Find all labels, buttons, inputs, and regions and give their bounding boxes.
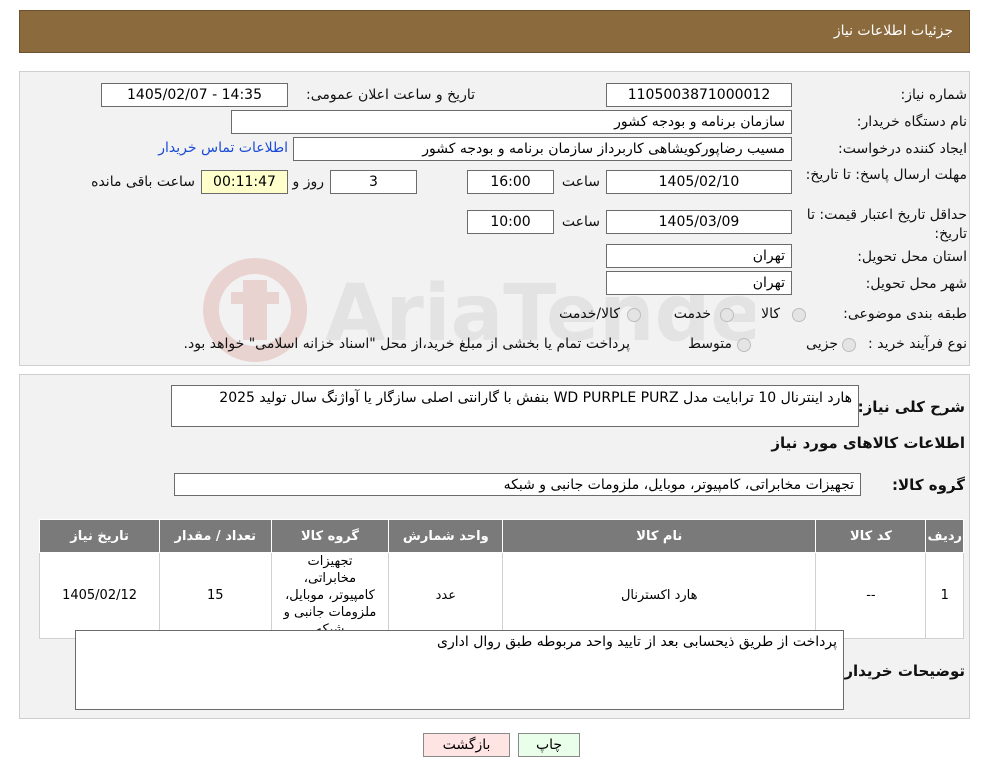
col-header-goods-group: گروه کالا — [270, 519, 390, 553]
validity-label: حداقل تاریخ اعتبار قیمت: تا تاریخ: — [806, 207, 967, 242]
days-field: 3 — [330, 170, 417, 194]
cell-need-date: 1405/02/12 — [38, 552, 161, 639]
cell-row-number: 1 — [925, 552, 964, 639]
remaining-label: ساعت باقی مانده — [91, 174, 195, 190]
deadline-date-field: 1405/02/10 — [606, 170, 792, 194]
description-field[interactable]: هارد اینترنال 10 ترابایت مدل WD PURPLE P… — [171, 385, 859, 427]
process-radio-minor[interactable] — [842, 338, 856, 352]
need-number-label: شماره نیاز: — [900, 87, 968, 103]
buyer-notes-field[interactable]: پرداخت از طریق ذیحسابی بعد از تایید واحد… — [75, 630, 844, 710]
cell-quantity: 15 — [159, 552, 272, 639]
remaining-time-field: 00:11:47 — [201, 170, 288, 194]
col-header-goods-name: نام کالا — [502, 519, 817, 553]
buyer-contact-link[interactable]: اطلاعات تماس خریدار — [158, 140, 288, 156]
process-radio-medium[interactable] — [737, 338, 751, 352]
page-title: جزئیات اطلاعات نیاز — [833, 23, 953, 39]
category-radio-service[interactable] — [720, 308, 734, 322]
validity-time-label: ساعت — [561, 214, 600, 230]
process-option-minor: جزیی — [806, 336, 838, 352]
goods-table: ردیف کد کالا نام کالا واحد شمارش گروه کا… — [38, 519, 964, 639]
print-button[interactable]: چاپ — [518, 733, 580, 757]
category-radio-goods[interactable] — [792, 308, 806, 322]
deadline-time-field: 16:00 — [467, 170, 554, 194]
days-label: روز و — [292, 174, 325, 190]
city-field: تهران — [606, 271, 792, 295]
col-header-unit: واحد شمارش — [388, 519, 504, 553]
col-header-row-number: ردیف — [925, 519, 964, 553]
buyer-org-label: نام دستگاه خریدار: — [856, 114, 967, 130]
deadline-time-label: ساعت — [561, 174, 600, 190]
page-header: جزئیات اطلاعات نیاز — [19, 10, 970, 53]
cell-goods-group: تجهیزات مخابراتی، کامپیوتر، موبایل، ملزو… — [270, 552, 390, 639]
process-label: نوع فرآیند خرید : — [868, 336, 967, 352]
need-number-field: 1105003871000012 — [606, 83, 792, 107]
category-label: طبقه بندی موضوعی: — [843, 306, 967, 322]
announce-field: 1405/02/07 - 14:35 — [101, 83, 288, 107]
announce-label: تاریخ و ساعت اعلان عمومی: — [306, 87, 475, 103]
category-option-goods: کالا — [761, 306, 780, 322]
requester-field: مسیب رضاپورکویشاهی کاربرداز سازمان برنام… — [293, 137, 792, 161]
deadline-label: مهلت ارسال پاسخ: تا تاریخ: — [805, 167, 967, 183]
cell-goods-name: هارد اکسترنال — [502, 552, 817, 639]
goods-info-title: اطلاعات کالاهای مورد نیاز — [771, 434, 965, 452]
province-label: استان محل تحویل: — [857, 249, 967, 265]
cell-goods-code: -- — [815, 552, 927, 639]
back-button[interactable]: بازگشت — [423, 733, 510, 757]
buyer-notes-label: توضیحات خریدار: — [838, 662, 965, 680]
table-row: 1 -- هارد اکسترنال عدد تجهیزات مخابراتی،… — [38, 552, 964, 639]
description-label: شرح کلی نیاز: — [857, 398, 965, 416]
col-header-goods-code: کد کالا — [815, 519, 927, 553]
col-header-quantity: تعداد / مقدار — [159, 519, 272, 553]
province-field: تهران — [606, 244, 792, 268]
col-header-need-date: تاریخ نیاز — [38, 519, 161, 553]
cell-unit: عدد — [388, 552, 504, 639]
city-label: شهر محل تحویل: — [865, 276, 967, 292]
goods-group-label: گروه کالا: — [892, 476, 965, 494]
process-option-medium: متوسط — [688, 336, 732, 352]
category-option-goods-service: کالا/خدمت — [559, 306, 620, 322]
validity-time-field: 10:00 — [467, 210, 554, 234]
process-note: پرداخت تمام یا بخشی از مبلغ خرید،از محل … — [183, 336, 630, 352]
goods-group-field: تجهیزات مخابراتی، کامپیوتر، موبایل، ملزو… — [174, 473, 861, 496]
goods-table-header-row: ردیف کد کالا نام کالا واحد شمارش گروه کا… — [38, 519, 964, 553]
category-option-service: خدمت — [673, 306, 711, 322]
validity-date-field: 1405/03/09 — [606, 210, 792, 234]
buyer-org-field: سازمان برنامه و بودجه کشور — [231, 110, 792, 134]
category-radio-goods-service[interactable] — [627, 308, 641, 322]
requester-label: ایجاد کننده درخواست: — [838, 141, 967, 157]
